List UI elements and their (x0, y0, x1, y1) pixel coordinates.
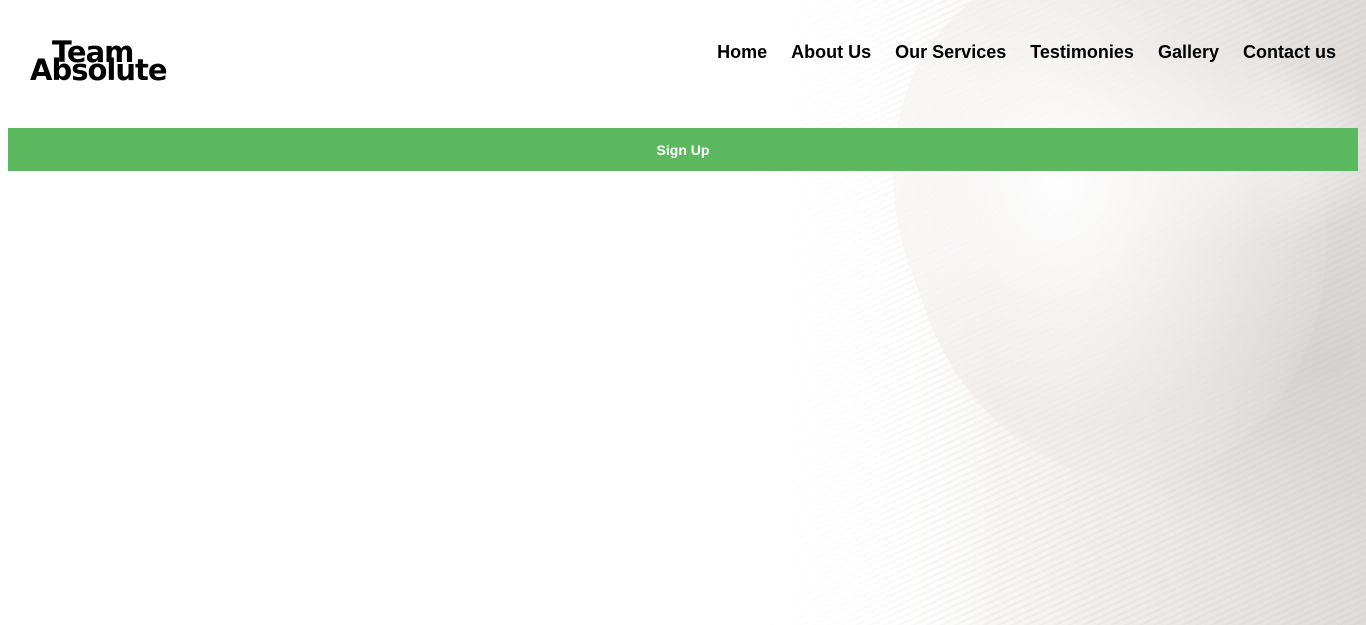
nav-item-about-us[interactable]: About Us (791, 40, 871, 64)
main-nav: Home About Us Our Services Testimonies G… (717, 40, 1336, 64)
signup-button-label: Sign Up (656, 141, 710, 158)
site-header: Team Absolute Home About Us Our Services… (0, 0, 1366, 128)
nav-item-home[interactable]: Home (717, 40, 767, 64)
nav-item-contact-us[interactable]: Contact us (1243, 40, 1336, 64)
site-logo[interactable]: Team Absolute (30, 38, 186, 88)
page: Team Absolute Home About Us Our Services… (0, 0, 1366, 625)
nav-item-testimonies[interactable]: Testimonies (1030, 40, 1134, 64)
nav-item-our-services[interactable]: Our Services (895, 40, 1006, 64)
nav-item-gallery[interactable]: Gallery (1158, 40, 1219, 64)
signup-button[interactable]: Sign Up (8, 128, 1358, 171)
logo-text-absolute: Absolute (30, 53, 168, 87)
